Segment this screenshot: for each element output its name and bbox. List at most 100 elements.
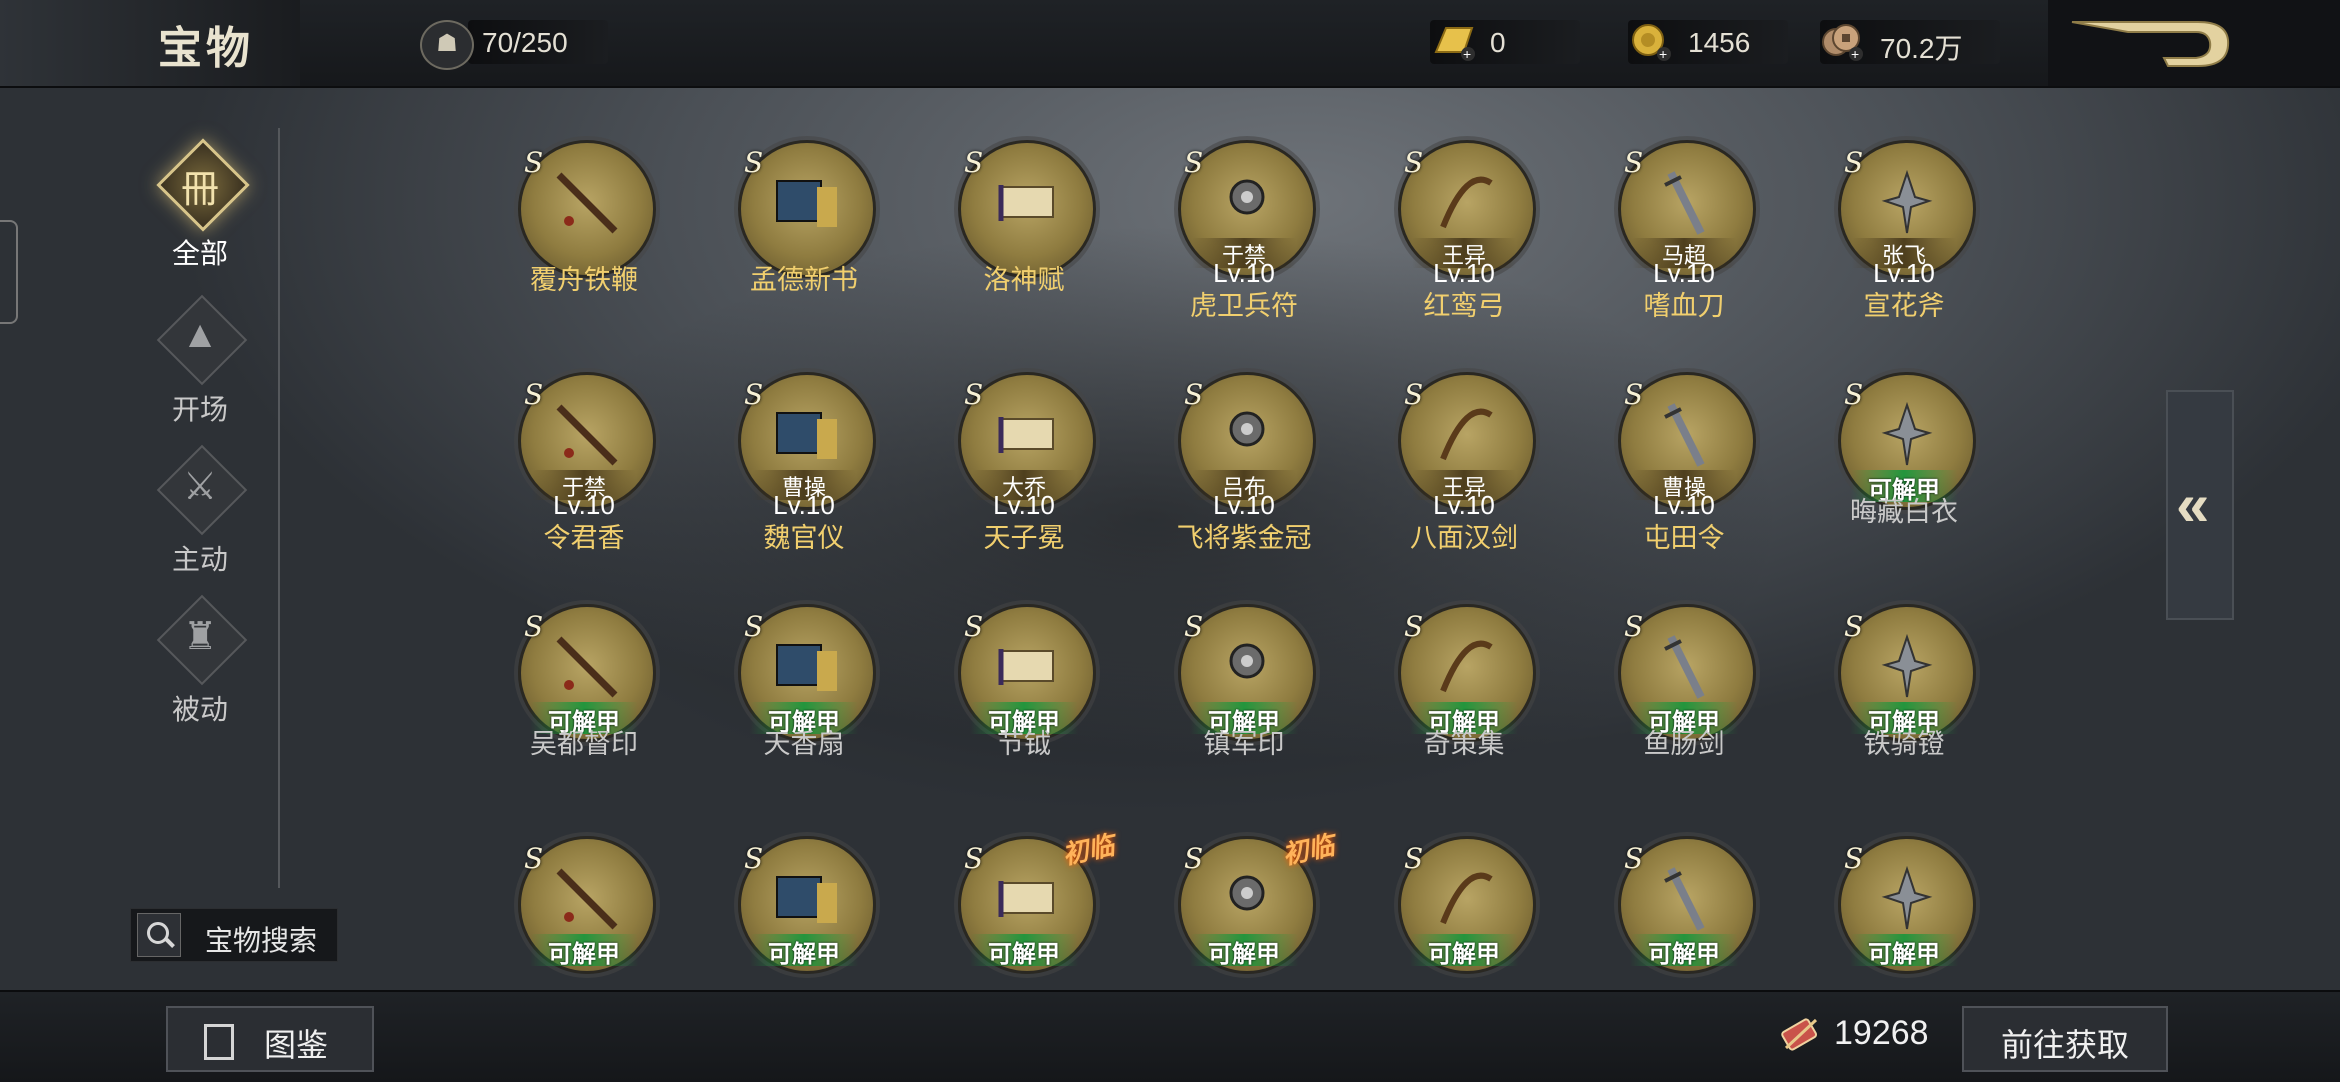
treasure-name: 宣花斧: [1863, 291, 1945, 321]
search-icon: [137, 913, 181, 957]
material-count: 19268: [1834, 1014, 1929, 1052]
grade-badge: S: [1844, 610, 1864, 643]
grade-badge: S: [1404, 610, 1424, 643]
treasure-art-icon: [556, 404, 618, 466]
treasure-card[interactable]: S 于禁 Lv.10 令君香: [484, 372, 684, 592]
sidebar-divider: [278, 128, 280, 888]
grade-badge: S: [1844, 146, 1864, 179]
sidebar-item-label: 主动: [171, 544, 228, 575]
top-bar: 宝物 70/250 ☗ 0 + 1456 + 70.2万 +: [0, 0, 2340, 88]
treasure-name: 八面汉剑: [1410, 523, 1518, 553]
unlockable-tag: 可解甲: [970, 934, 1078, 968]
treasure-card[interactable]: S 王异 Lv.10 八面汉剑: [1364, 372, 1564, 592]
treasure-art-icon: [556, 868, 618, 930]
gold-bar-value: 0: [1490, 27, 1506, 58]
treasure-art-icon: [1664, 403, 1705, 467]
treasure-card[interactable]: S 马超 Lv.10 嗜血刀: [1584, 140, 1784, 360]
grade-badge: S: [964, 146, 984, 179]
treasure-card[interactable]: S 可解甲 镇军印: [1144, 604, 1344, 824]
treasure-art-icon: [1440, 872, 1493, 925]
goto-obtain-button[interactable]: 前往获取: [1962, 1006, 2168, 1072]
all-treasure-icon: 冊: [158, 140, 242, 224]
treasure-art-icon: [556, 636, 618, 698]
collapse-panel-button[interactable]: «: [2166, 390, 2234, 620]
treasure-art-icon: [1881, 169, 1933, 234]
gold-coin-icon[interactable]: +: [1628, 22, 1674, 62]
treasure-search-button[interactable]: 宝物搜索: [130, 908, 338, 962]
sidebar-item-opening[interactable]: ▲ 开场: [140, 296, 260, 436]
treasure-name: 魏官仪: [763, 523, 845, 553]
treasure-card[interactable]: S 可解甲 铁骑镫: [1804, 604, 2004, 824]
treasure-art-icon: [776, 180, 837, 227]
treasure-card[interactable]: S 吕布 Lv.10 飞将紫金冠: [1144, 372, 1344, 592]
treasure-name: 红鸾弓: [1423, 291, 1505, 321]
treasure-name: 吴都督印: [530, 729, 638, 759]
treasure-card[interactable]: S 大乔 Lv.10 天子冕: [924, 372, 1124, 592]
treasure-card[interactable]: S 王异 Lv.10 红鸾弓: [1364, 140, 1564, 360]
copper-coin-icon[interactable]: +: [1820, 22, 1866, 62]
unlockable-tag: 可解甲: [1410, 934, 1518, 968]
tujian-label: 图鉴: [264, 1027, 329, 1063]
treasure-card[interactable]: S 曹操 Lv.10 魏官仪: [704, 372, 904, 592]
grade-badge: S: [964, 378, 984, 411]
treasure-card[interactable]: S 覆舟铁鞭: [484, 140, 684, 360]
grade-badge: S: [524, 610, 544, 643]
grade-badge: S: [744, 378, 764, 411]
treasure-art-icon: [998, 417, 1054, 453]
treasure-name: 奇策集: [1423, 729, 1505, 759]
grade-badge: S: [1184, 842, 1204, 875]
treasure-art-icon: [776, 412, 837, 459]
grade-badge: S: [1844, 842, 1864, 875]
unlockable-tag: 可解甲: [750, 934, 858, 968]
treasure-card[interactable]: S 可解甲 鱼肠剑: [1584, 604, 1784, 824]
treasure-art-icon: [776, 644, 837, 691]
treasure-art-icon: [1440, 408, 1493, 461]
grade-badge: S: [744, 842, 764, 875]
treasure-name: 镇军印: [1203, 729, 1285, 759]
unlockable-tag: 可解甲: [1630, 934, 1738, 968]
unlockable-tag: 可解甲: [1190, 934, 1298, 968]
treasure-card[interactable]: S 可解甲 晦藏白衣: [1804, 372, 2004, 592]
sidebar-item-all[interactable]: 冊 全部: [140, 140, 260, 280]
treasure-card[interactable]: S 洛神赋: [924, 140, 1124, 360]
treasure-art-icon: [1440, 640, 1493, 693]
treasure-art-icon: [1664, 635, 1705, 699]
capacity-pill: 70/250: [468, 20, 608, 64]
grade-badge: S: [1184, 146, 1204, 179]
sidebar-item-label: 开场: [171, 394, 228, 425]
treasure-art-icon: [1664, 867, 1705, 931]
treasure-card[interactable]: S 孟德新书: [704, 140, 904, 360]
treasure-art-icon: [1229, 643, 1265, 679]
treasure-card[interactable]: S 可解甲 吴都督印: [484, 604, 684, 824]
grade-badge: S: [1184, 610, 1204, 643]
grade-badge: S: [1844, 378, 1864, 411]
back-button[interactable]: [2048, 0, 2340, 86]
treasure-card[interactable]: S 曹操 Lv.10 屯田令: [1584, 372, 1784, 592]
grade-badge: S: [1404, 146, 1424, 179]
search-label: 宝物搜索: [205, 925, 318, 956]
left-edge-tab[interactable]: [0, 220, 18, 324]
treasure-card[interactable]: S 张飞 Lv.10 宣花斧: [1804, 140, 2004, 360]
double-chevron-left-icon: «: [2176, 471, 2210, 538]
treasure-card[interactable]: S 可解甲 奇策集: [1364, 604, 1564, 824]
treasure-art-icon: [1229, 411, 1265, 447]
copper-coin-value: 70.2万: [1880, 33, 1963, 64]
grade-badge: S: [1184, 378, 1204, 411]
treasure-card[interactable]: S 可解甲 节钺: [924, 604, 1124, 824]
gold-coin-value: 1456: [1688, 27, 1751, 58]
treasure-name: 天香扇: [763, 729, 845, 759]
sidebar-item-active[interactable]: ⚔ 主动: [140, 446, 260, 586]
page-title: 宝物: [158, 24, 254, 73]
treasure-art-icon: [556, 172, 618, 234]
treasure-art-icon: [998, 649, 1054, 685]
gold-bar-icon[interactable]: +: [1432, 22, 1478, 62]
treasure-art-icon: [1664, 171, 1705, 235]
grade-badge: S: [964, 842, 984, 875]
tujian-button[interactable]: 图鉴: [166, 1006, 374, 1072]
svg-text:+: +: [1659, 46, 1667, 62]
treasure-card[interactable]: S 可解甲 天香扇: [704, 604, 904, 824]
treasure-card[interactable]: S 于禁 Lv.10 虎卫兵符: [1144, 140, 1344, 360]
book-icon: [204, 1024, 234, 1060]
sidebar-item-passive[interactable]: ♜ 被动: [140, 596, 260, 736]
treasure-name: 鱼肠剑: [1643, 729, 1725, 759]
